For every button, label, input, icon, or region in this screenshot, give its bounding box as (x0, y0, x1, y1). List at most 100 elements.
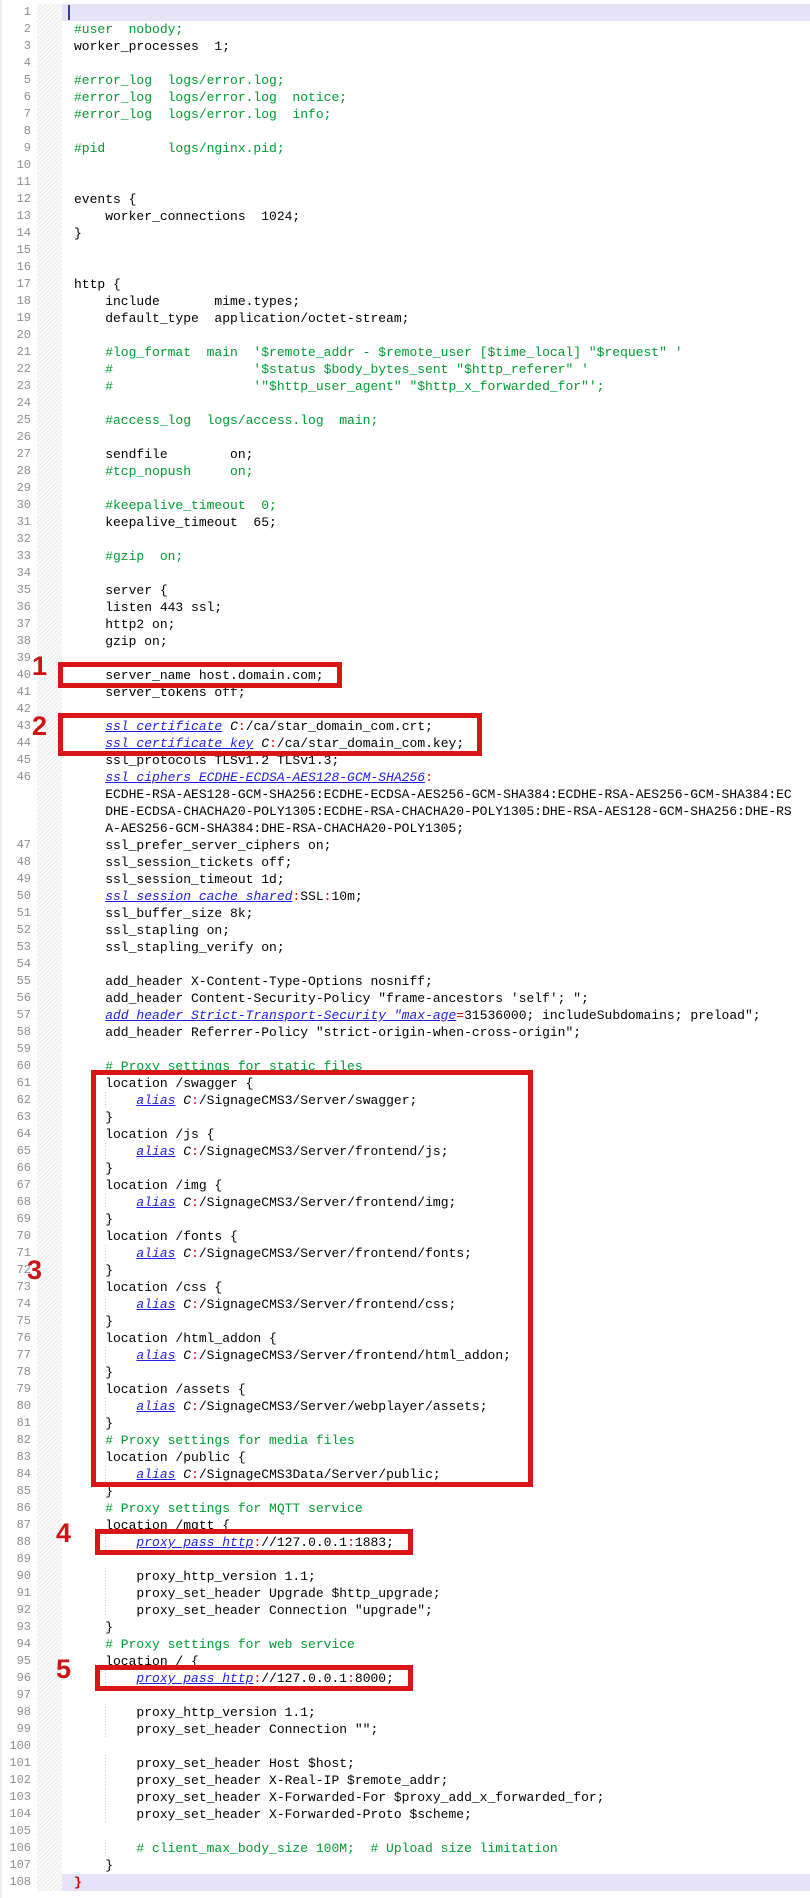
code-text[interactable]: #error_log logs/error.log notice; (62, 89, 810, 106)
line-number[interactable]: 12 (2, 191, 37, 208)
code-line[interactable]: 5#error_log logs/error.log; (2, 72, 810, 89)
line-number[interactable]: 52 (2, 922, 37, 939)
code-line[interactable]: 46 ssl_ciphers ECDHE-ECDSA-AES128-GCM-SH… (2, 769, 810, 786)
line-number[interactable]: 103 (2, 1789, 37, 1806)
code-line[interactable]: DHE-ECDSA-CHACHA20-POLY1305:ECDHE-RSA-CH… (2, 803, 810, 820)
code-line[interactable]: A-AES256-GCM-SHA384:DHE-RSA-CHACHA20-POL… (2, 820, 810, 837)
line-number[interactable]: 3 (2, 38, 37, 55)
code-line[interactable]: 77 alias C:/SignageCMS3/Server/frontend/… (2, 1347, 810, 1364)
code-line[interactable]: 107 } (2, 1857, 810, 1874)
code-line[interactable]: 16 (2, 259, 810, 276)
code-line[interactable]: 59 (2, 1041, 810, 1058)
code-line[interactable]: 91 proxy_set_header Upgrade $http_upgrad… (2, 1585, 810, 1602)
code-text[interactable] (62, 157, 810, 174)
line-number[interactable]: 106 (2, 1840, 37, 1857)
code-text[interactable]: } (62, 1364, 810, 1381)
code-line[interactable]: 53 ssl_stapling_verify on; (2, 939, 810, 956)
code-line[interactable]: 14} (2, 225, 810, 242)
code-line[interactable]: 65 alias C:/SignageCMS3/Server/frontend/… (2, 1143, 810, 1160)
code-text[interactable]: # Proxy settings for MQTT service (62, 1500, 810, 1517)
code-line[interactable]: 96 proxy_pass http://127.0.0.1:8000; (2, 1670, 810, 1687)
code-text[interactable] (62, 429, 810, 446)
line-number[interactable]: 92 (2, 1602, 37, 1619)
code-text[interactable]: } (62, 1415, 810, 1432)
code-text[interactable] (62, 395, 810, 412)
code-text[interactable]: alias C:/SignageCMS3/Server/frontend/fon… (62, 1245, 810, 1262)
code-text[interactable]: alias C:/SignageCMS3Data/Server/public; (62, 1466, 810, 1483)
code-text[interactable] (62, 1738, 810, 1755)
code-line[interactable]: ECDHE-RSA-AES128-GCM-SHA256:ECDHE-ECDSA-… (2, 786, 810, 803)
line-number[interactable]: 16 (2, 259, 37, 276)
line-number[interactable]: 47 (2, 837, 37, 854)
code-line[interactable]: 43 ssl_certificate C:/ca/star_domain_com… (2, 718, 810, 735)
line-number[interactable]: 57 (2, 1007, 37, 1024)
code-text[interactable] (62, 174, 810, 191)
code-text[interactable]: # '"$http_user_agent" "$http_x_forwarded… (62, 378, 810, 395)
code-line[interactable]: 32 (2, 531, 810, 548)
line-number[interactable]: 26 (2, 429, 37, 446)
code-line[interactable]: 84 alias C:/SignageCMS3Data/Server/publi… (2, 1466, 810, 1483)
code-text[interactable]: proxy_set_header Upgrade $http_upgrade; (62, 1585, 810, 1602)
code-line[interactable]: 78 } (2, 1364, 810, 1381)
code-line[interactable]: 97 (2, 1687, 810, 1704)
code-text[interactable]: location /swagger { (62, 1075, 810, 1092)
code-line[interactable]: 51 ssl_buffer_size 8k; (2, 905, 810, 922)
code-text[interactable]: location / { (62, 1653, 810, 1670)
code-line[interactable]: 48 ssl_session_tickets off; (2, 854, 810, 871)
code-line[interactable]: 74 alias C:/SignageCMS3/Server/frontend/… (2, 1296, 810, 1313)
line-number[interactable]: 62 (2, 1092, 37, 1109)
code-text[interactable]: add_header Content-Security-Policy "fram… (62, 990, 810, 1007)
code-text[interactable]: ssl_certificate_key C:/ca/star_domain_co… (62, 735, 810, 752)
line-number[interactable]: 78 (2, 1364, 37, 1381)
line-number[interactable]: 6 (2, 89, 37, 106)
line-number[interactable]: 93 (2, 1619, 37, 1636)
code-text[interactable]: location /img { (62, 1177, 810, 1194)
code-text[interactable] (62, 1551, 810, 1568)
line-number[interactable]: 108 (2, 1874, 37, 1891)
code-line[interactable]: 19 default_type application/octet-stream… (2, 310, 810, 327)
code-line[interactable]: 70 location /fonts { (2, 1228, 810, 1245)
line-number[interactable]: 35 (2, 582, 37, 599)
code-text[interactable]: server_name host.domain.com; (62, 667, 810, 684)
code-line[interactable]: 69 } (2, 1211, 810, 1228)
line-number[interactable]: 80 (2, 1398, 37, 1415)
code-line[interactable]: 66 } (2, 1160, 810, 1177)
code-text[interactable]: proxy_pass http://127.0.0.1:8000; (62, 1670, 810, 1687)
code-line[interactable]: 35 server { (2, 582, 810, 599)
code-editor[interactable]: 12#user nobody;3worker_processes 1;45#er… (0, 0, 810, 1898)
code-text[interactable]: #gzip on; (62, 548, 810, 565)
line-number[interactable]: 88 (2, 1534, 37, 1551)
code-text[interactable]: #log_format main '$remote_addr - $remote… (62, 344, 810, 361)
line-number[interactable]: 10 (2, 157, 37, 174)
code-line[interactable]: 95 location / { (2, 1653, 810, 1670)
line-number[interactable]: 107 (2, 1857, 37, 1874)
line-number[interactable]: 87 (2, 1517, 37, 1534)
code-line[interactable]: 15 (2, 242, 810, 259)
line-number[interactable]: 34 (2, 565, 37, 582)
line-number[interactable]: 100 (2, 1738, 37, 1755)
line-number[interactable]: 84 (2, 1466, 37, 1483)
line-number[interactable] (2, 786, 37, 803)
code-line[interactable]: 21 #log_format main '$remote_addr - $rem… (2, 344, 810, 361)
code-line[interactable]: 45 ssl_protocols TLSv1.2 TLSv1.3; (2, 752, 810, 769)
code-line[interactable]: 30 #keepalive_timeout 0; (2, 497, 810, 514)
line-number[interactable]: 95 (2, 1653, 37, 1670)
code-line[interactable]: 88 proxy_pass http://127.0.0.1:1883; (2, 1534, 810, 1551)
code-text[interactable]: ECDHE-RSA-AES128-GCM-SHA256:ECDHE-ECDSA-… (62, 786, 810, 803)
code-text[interactable]: # Proxy settings for static files (62, 1058, 810, 1075)
code-text[interactable] (62, 123, 810, 140)
code-line[interactable]: 56 add_header Content-Security-Policy "f… (2, 990, 810, 1007)
code-line[interactable]: 68 alias C:/SignageCMS3/Server/frontend/… (2, 1194, 810, 1211)
code-line[interactable]: 8 (2, 123, 810, 140)
code-text[interactable]: } (62, 1483, 810, 1500)
code-line[interactable]: 49 ssl_session_timeout 1d; (2, 871, 810, 888)
code-text[interactable] (62, 956, 810, 973)
code-text[interactable]: } (62, 1874, 810, 1891)
code-text[interactable]: } (62, 1160, 810, 1177)
line-number[interactable]: 75 (2, 1313, 37, 1330)
line-number[interactable]: 56 (2, 990, 37, 1007)
code-text[interactable]: ssl_session_tickets off; (62, 854, 810, 871)
code-line[interactable]: 73 location /css { (2, 1279, 810, 1296)
line-number[interactable]: 9 (2, 140, 37, 157)
code-text[interactable]: location /css { (62, 1279, 810, 1296)
